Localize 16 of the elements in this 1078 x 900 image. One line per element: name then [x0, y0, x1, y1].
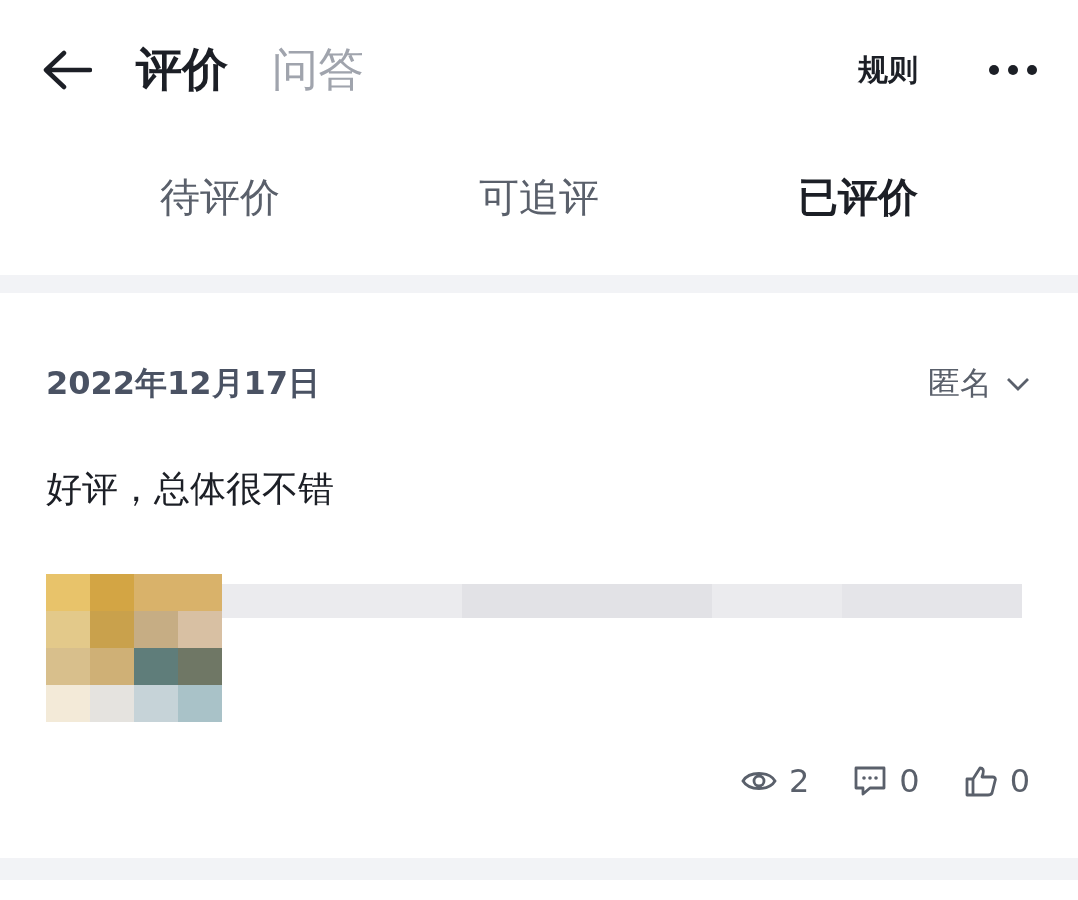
more-icon[interactable] [988, 64, 1038, 76]
stat-count: 0 [899, 762, 920, 800]
stat-count: 2 [788, 762, 810, 800]
thumbs-up-icon[interactable] [963, 765, 998, 797]
comment-icon[interactable] [853, 765, 888, 797]
visibility-dropdown[interactable]: 匿名 [928, 362, 1030, 406]
review-text: 好评，总体很不错 [46, 467, 335, 511]
filter-tab[interactable]: 已评价 [798, 170, 919, 225]
stat-count: 0 [1009, 762, 1030, 800]
back-icon[interactable] [42, 50, 92, 90]
filter-tab[interactable]: 可追评 [479, 170, 599, 225]
rules-link[interactable]: 规则 [858, 49, 918, 91]
chevron-down-icon [1006, 377, 1030, 391]
filter-tab[interactable]: 待评价 [159, 170, 280, 225]
header-tab[interactable]: 评价 [136, 39, 228, 101]
review-date: 2022年12月17日 [46, 363, 321, 404]
